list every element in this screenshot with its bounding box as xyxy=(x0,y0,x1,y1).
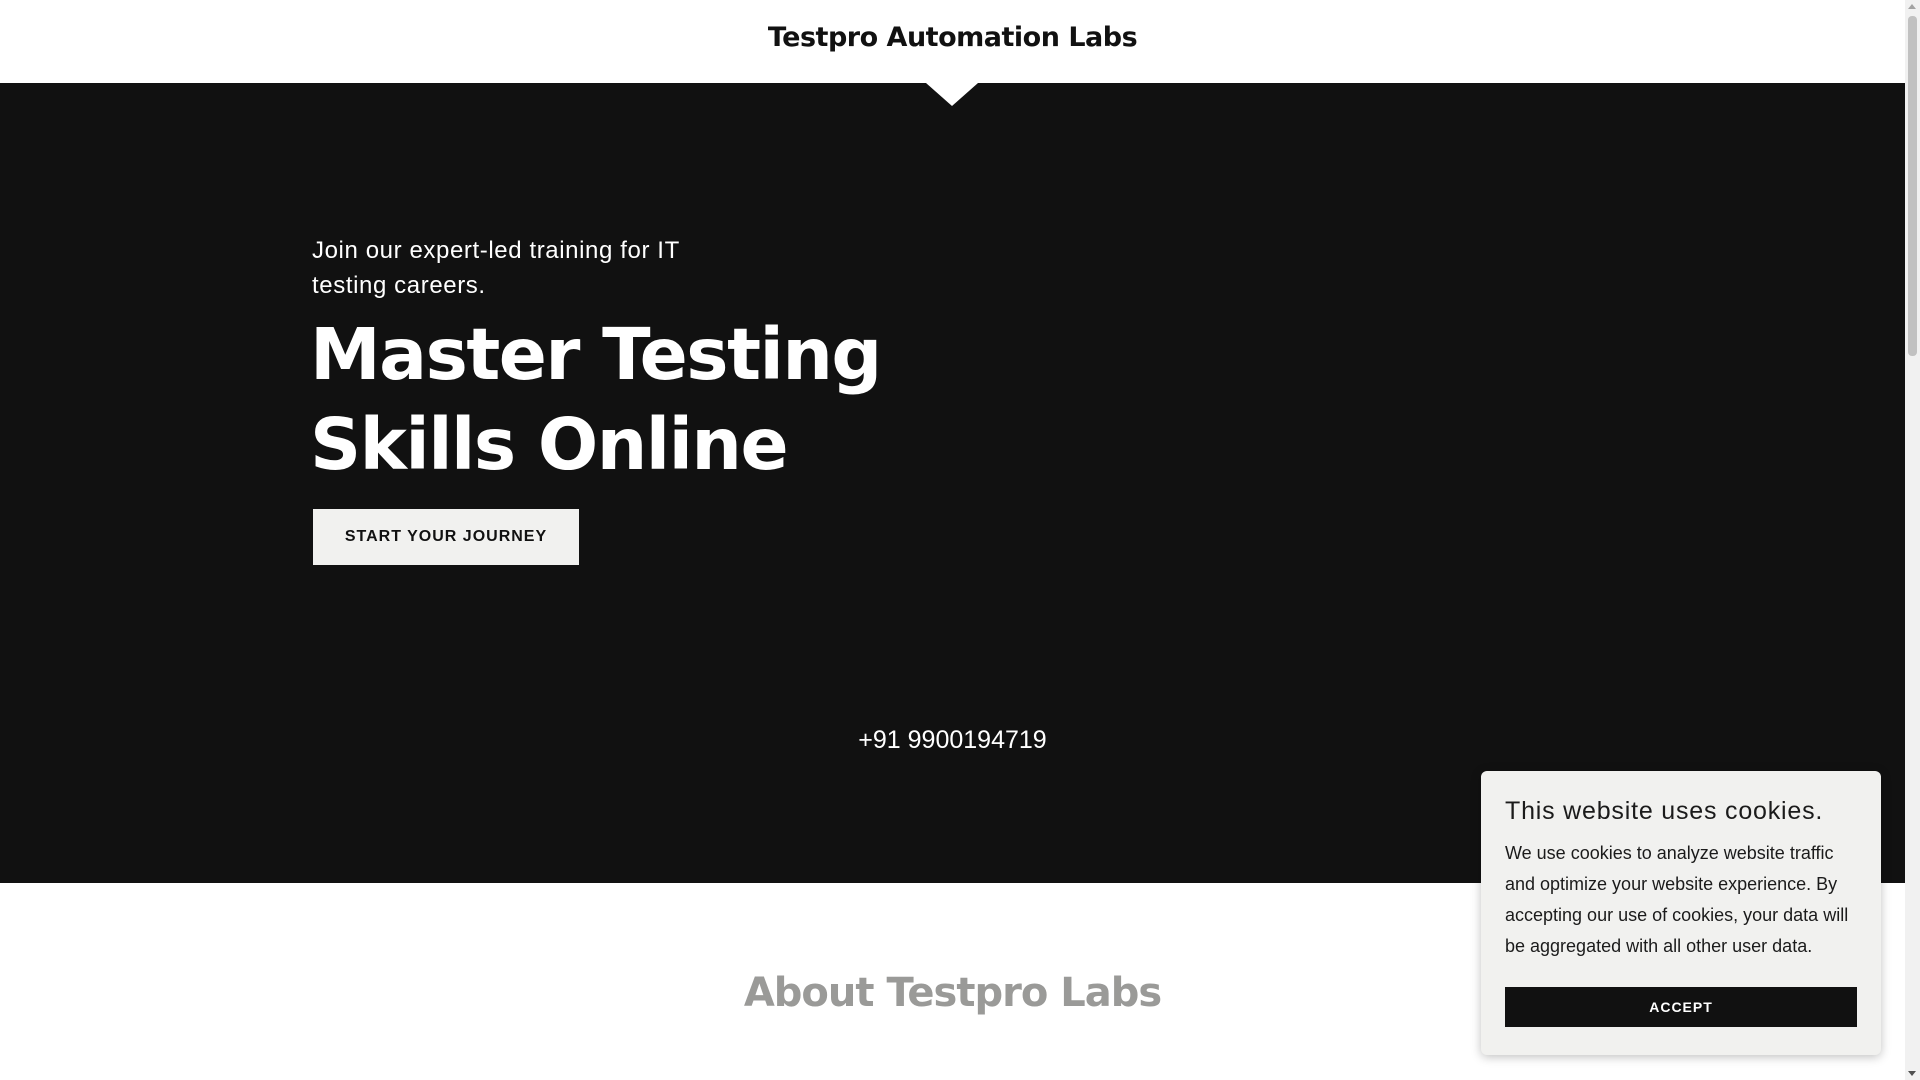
hero-tagline: Join our expert-led training for IT test… xyxy=(312,237,680,299)
scrollbar-thumb[interactable] xyxy=(1908,16,1917,356)
cookie-banner-text: We use cookies to analyze website traffi… xyxy=(1505,843,1849,956)
vertical-scrollbar[interactable] xyxy=(1905,0,1920,1080)
header-notch xyxy=(926,83,978,106)
accept-cookies-button[interactable]: ACCEPT xyxy=(1505,987,1857,1027)
cookie-banner-title: This website uses cookies. xyxy=(1505,797,1824,825)
site-header: Testpro Automation Labs xyxy=(0,0,1905,83)
phone-link[interactable]: +91 9900194719 xyxy=(0,726,1905,755)
page: Testpro Automation Labs Join our expert-… xyxy=(0,0,1920,1080)
cookie-banner: This website uses cookies. We use cookie… xyxy=(1481,771,1881,1055)
hero-headline: Master Testing Skills Online xyxy=(310,313,882,486)
start-journey-button[interactable]: START YOUR JOURNEY xyxy=(313,509,579,565)
scroll-up-arrow-icon[interactable] xyxy=(1908,4,1916,9)
scroll-down-arrow-icon[interactable] xyxy=(1908,1071,1916,1076)
hero-section xyxy=(0,83,1905,883)
site-title-link[interactable]: Testpro Automation Labs xyxy=(768,22,1138,53)
